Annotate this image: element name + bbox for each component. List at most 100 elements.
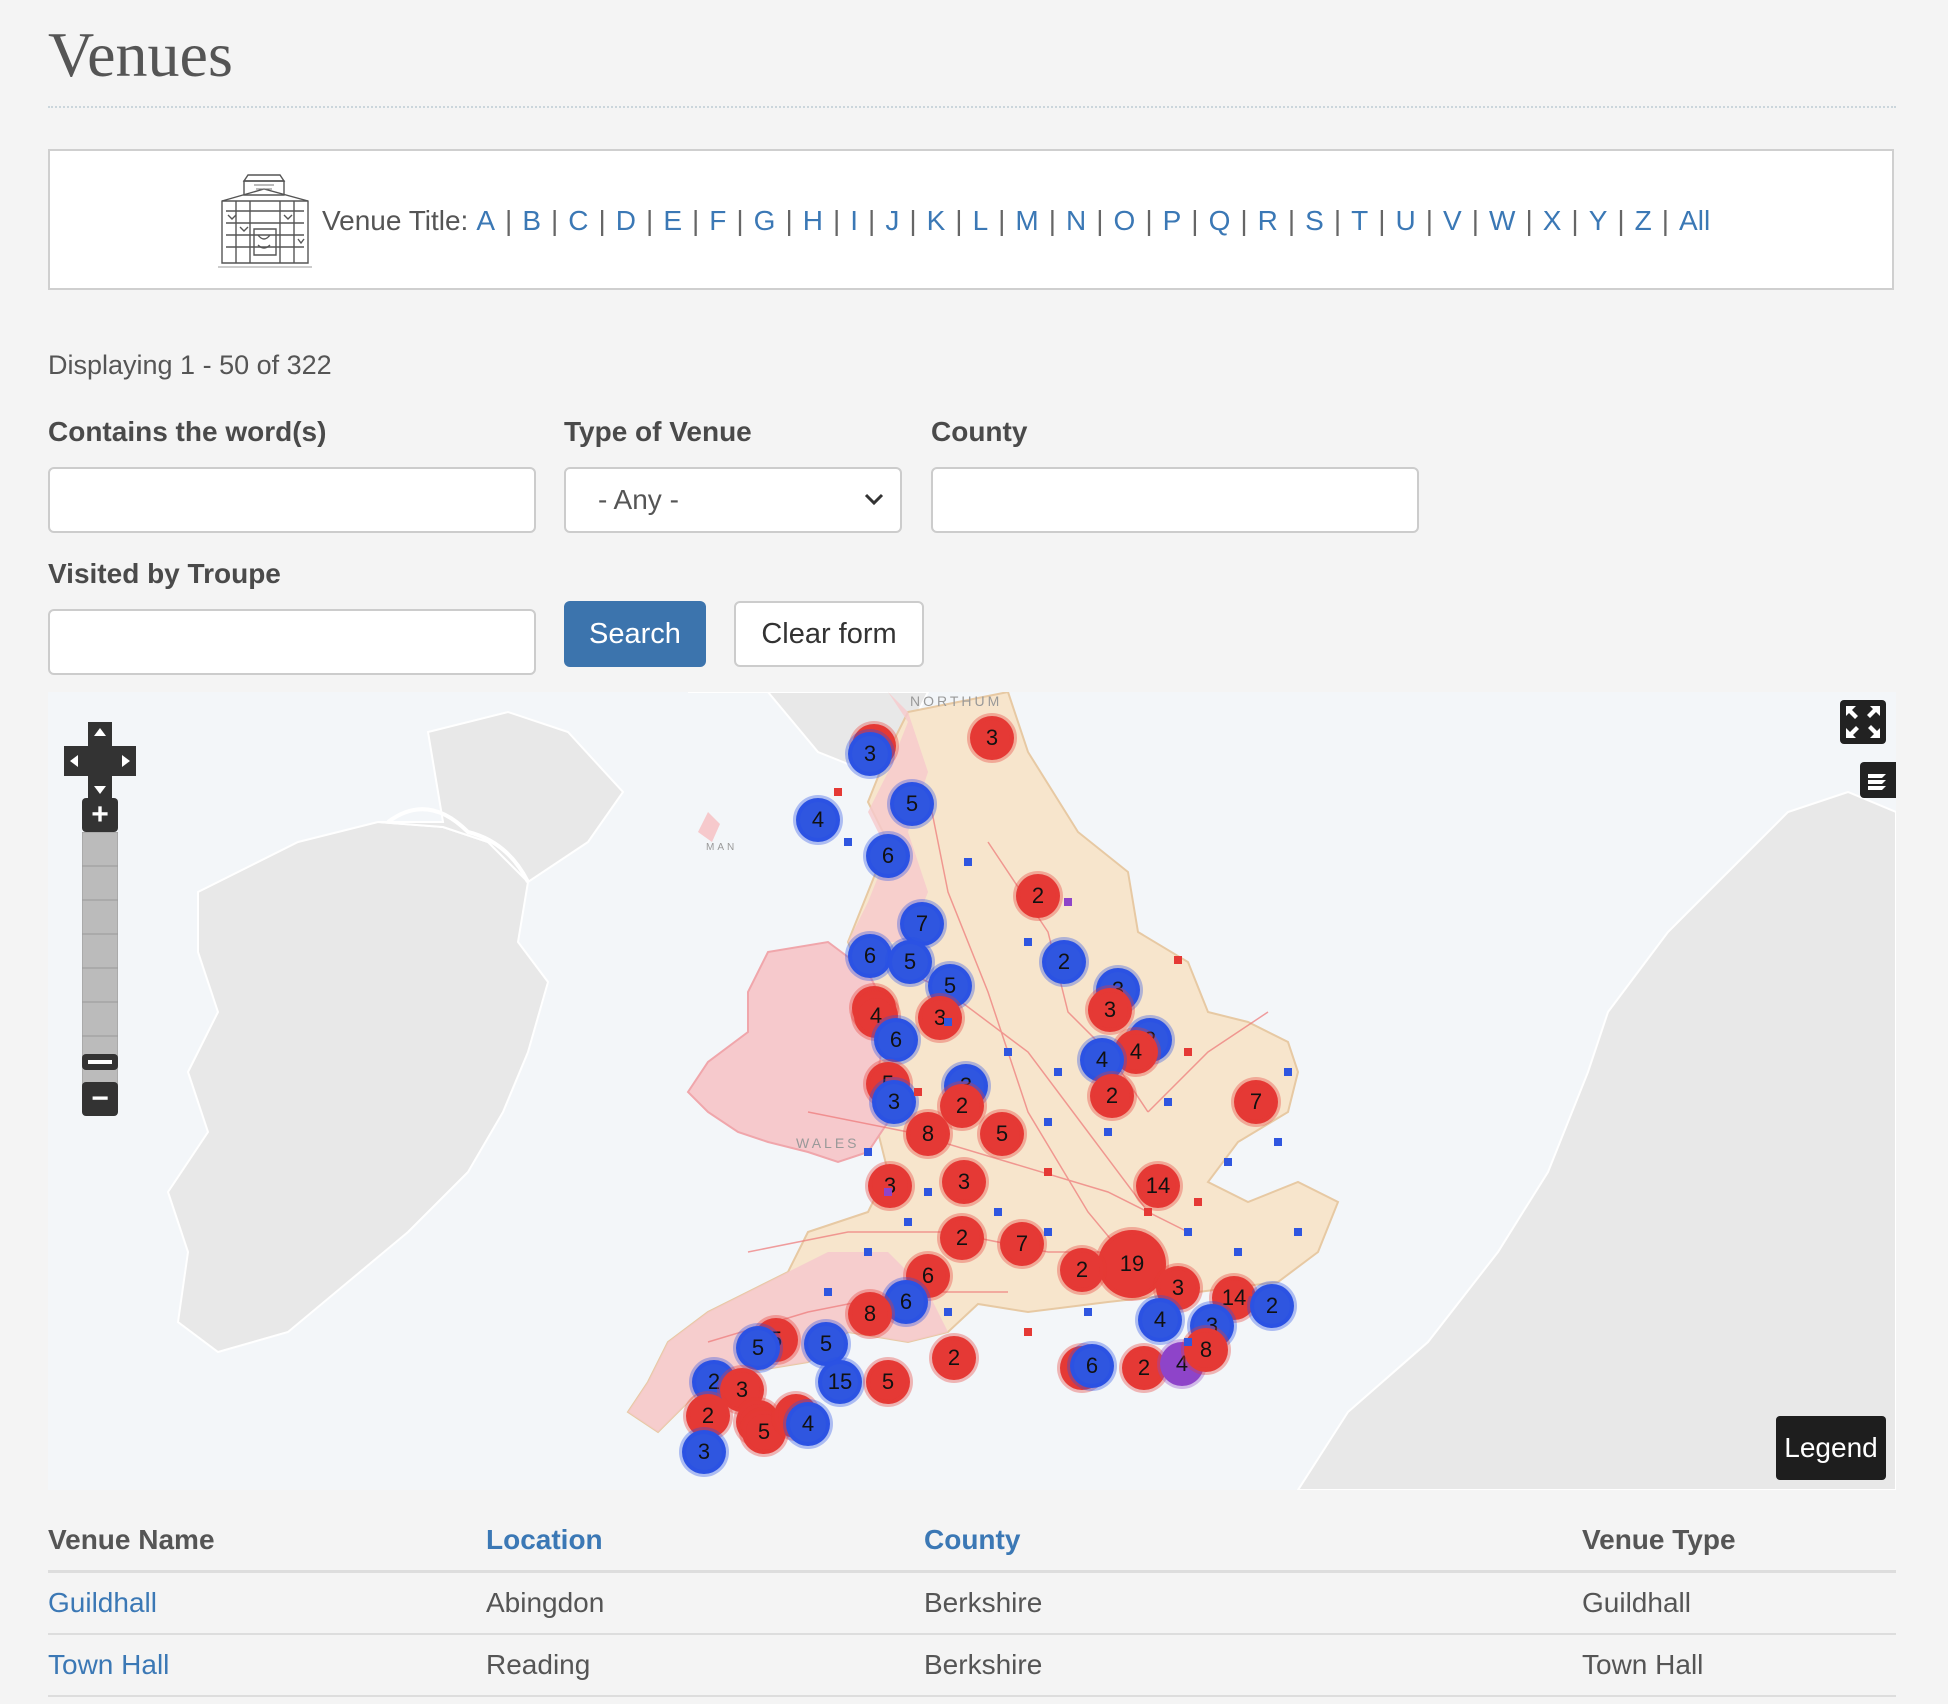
map-cluster-marker[interactable]: 8: [906, 1112, 950, 1156]
troupe-input[interactable]: [48, 609, 536, 675]
column-location-sort-link[interactable]: Location: [486, 1510, 924, 1573]
pan-control[interactable]: [64, 722, 136, 800]
alpha-letter-link[interactable]: U: [1396, 205, 1416, 237]
map-cluster-marker[interactable]: 2: [1060, 1248, 1104, 1292]
map-cluster-marker[interactable]: 3: [682, 1430, 726, 1474]
map-cluster-marker[interactable]: 2: [940, 1216, 984, 1260]
map-cluster-marker[interactable]: 3: [970, 716, 1014, 760]
column-county-sort-link[interactable]: County: [924, 1510, 1582, 1573]
map-cluster-marker[interactable]: 8: [1184, 1328, 1228, 1372]
alpha-letter-link[interactable]: R: [1258, 205, 1278, 237]
county-input[interactable]: [931, 467, 1419, 533]
map-cluster-marker[interactable]: 8: [848, 1292, 892, 1336]
alpha-letter-link[interactable]: A: [476, 205, 495, 237]
map-venue-point[interactable]: [834, 788, 842, 796]
map-cluster-marker[interactable]: 2: [1090, 1074, 1134, 1118]
alpha-letter-link[interactable]: N: [1066, 205, 1086, 237]
map-venue-point[interactable]: [1024, 938, 1032, 946]
map-venue-point[interactable]: [1184, 1338, 1192, 1346]
alpha-letter-link[interactable]: G: [754, 205, 776, 237]
map-venue-point[interactable]: [1004, 1048, 1012, 1056]
words-input[interactable]: [48, 467, 536, 533]
map-cluster-marker[interactable]: 2: [1250, 1284, 1294, 1328]
zoom-out-button[interactable]: −: [82, 1082, 118, 1116]
map-venue-point[interactable]: [964, 858, 972, 866]
map-venue-point[interactable]: [1164, 1098, 1172, 1106]
alpha-letter-link[interactable]: Y: [1589, 205, 1608, 237]
map-cluster-marker[interactable]: 3: [872, 1080, 916, 1124]
map-venue-point[interactable]: [864, 1148, 872, 1156]
venue-name-link[interactable]: Guildhall: [48, 1587, 157, 1618]
alpha-letter-link[interactable]: B: [522, 205, 541, 237]
map-venue-point[interactable]: [1244, 1288, 1252, 1296]
alpha-letter-link[interactable]: P: [1163, 205, 1182, 237]
layer-switcher-button[interactable]: [1860, 762, 1896, 798]
map-cluster-marker[interactable]: 3: [868, 1164, 912, 1208]
alpha-letter-link[interactable]: W: [1489, 205, 1515, 237]
map-cluster-marker[interactable]: 6: [1070, 1344, 1114, 1388]
alpha-letter-link[interactable]: T: [1351, 205, 1368, 237]
map-venue-point[interactable]: [944, 1018, 952, 1026]
map-venue-point[interactable]: [1064, 898, 1072, 906]
map-cluster-marker[interactable]: 5: [736, 1326, 780, 1370]
map-cluster-marker[interactable]: 6: [874, 1018, 918, 1062]
map-venue-point[interactable]: [1084, 1308, 1092, 1316]
map-cluster-marker[interactable]: 3: [848, 732, 892, 776]
map-venue-point[interactable]: [944, 1308, 952, 1316]
map-venue-point[interactable]: [1044, 1168, 1052, 1176]
map-venue-point[interactable]: [1044, 1118, 1052, 1126]
map-venue-point[interactable]: [904, 1218, 912, 1226]
map-venue-point[interactable]: [1224, 1158, 1232, 1166]
map-venue-point[interactable]: [844, 838, 852, 846]
map-cluster-marker[interactable]: 7: [1234, 1080, 1278, 1124]
venue-name-link[interactable]: Town Hall: [48, 1649, 169, 1680]
venue-type-select[interactable]: - Any -: [564, 467, 902, 533]
map-cluster-marker[interactable]: 5: [890, 782, 934, 826]
map-venue-point[interactable]: [884, 1188, 892, 1196]
map-venue-point[interactable]: [1054, 1068, 1062, 1076]
alpha-letter-link[interactable]: D: [616, 205, 636, 237]
alpha-letter-link[interactable]: K: [927, 205, 946, 237]
map-venue-point[interactable]: [924, 1188, 932, 1196]
map-cluster-marker[interactable]: 5: [866, 1360, 910, 1404]
map-cluster-marker[interactable]: 5: [888, 940, 932, 984]
venue-map[interactable]: WALES NORTHUM MAN 3334562765252433324645…: [48, 692, 1896, 1490]
alpha-letter-link[interactable]: I: [850, 205, 858, 237]
map-cluster-marker[interactable]: 3: [918, 996, 962, 1040]
map-venue-point[interactable]: [824, 1288, 832, 1296]
legend-button[interactable]: Legend: [1776, 1416, 1886, 1480]
map-cluster-marker[interactable]: 4: [796, 798, 840, 842]
map-venue-point[interactable]: [1194, 1198, 1202, 1206]
map-venue-point[interactable]: [1274, 1138, 1282, 1146]
alpha-letter-link[interactable]: X: [1543, 205, 1562, 237]
alpha-letter-link[interactable]: F: [709, 205, 726, 237]
alpha-letter-link[interactable]: J: [885, 205, 899, 237]
map-cluster-marker[interactable]: 2: [1016, 874, 1060, 918]
map-cluster-marker[interactable]: 7: [1000, 1222, 1044, 1266]
map-venue-point[interactable]: [1044, 1228, 1052, 1236]
map-venue-point[interactable]: [1184, 1228, 1192, 1236]
alpha-letter-link[interactable]: L: [973, 205, 989, 237]
map-venue-point[interactable]: [1294, 1228, 1302, 1236]
search-button[interactable]: Search: [564, 601, 706, 667]
alpha-letter-link[interactable]: O: [1114, 205, 1136, 237]
map-cluster-marker[interactable]: 4: [786, 1402, 830, 1446]
map-cluster-marker[interactable]: 2: [932, 1336, 976, 1380]
map-venue-point[interactable]: [1184, 1048, 1192, 1056]
map-venue-point[interactable]: [1024, 1328, 1032, 1336]
alpha-letter-link[interactable]: E: [663, 205, 682, 237]
alpha-letter-link[interactable]: S: [1305, 205, 1324, 237]
map-venue-point[interactable]: [1174, 956, 1182, 964]
map-venue-point[interactable]: [1284, 1068, 1292, 1076]
map-venue-point[interactable]: [994, 1208, 1002, 1216]
map-venue-point[interactable]: [1144, 1208, 1152, 1216]
map-cluster-marker[interactable]: 15: [818, 1360, 862, 1404]
clear-form-button[interactable]: Clear form: [734, 601, 924, 667]
alpha-letter-link[interactable]: V: [1443, 205, 1462, 237]
map-cluster-marker[interactable]: 3: [942, 1160, 986, 1204]
map-venue-point[interactable]: [1234, 1248, 1242, 1256]
alpha-letter-link[interactable]: Z: [1635, 205, 1652, 237]
map-cluster-marker[interactable]: 6: [848, 934, 892, 978]
zoom-slider[interactable]: [82, 832, 118, 1122]
map-venue-point[interactable]: [864, 1248, 872, 1256]
